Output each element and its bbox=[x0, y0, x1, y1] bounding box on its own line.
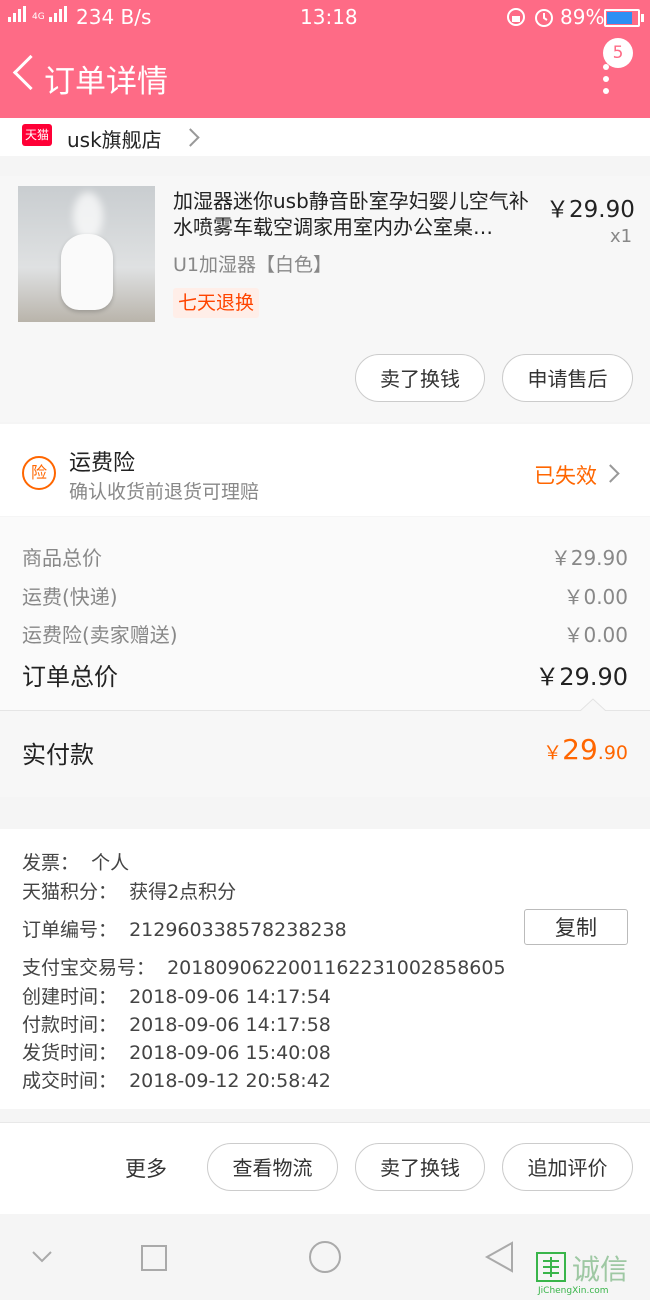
view-logistics-button[interactable]: 查看物流 bbox=[207, 1143, 338, 1191]
insurance-title: 运费险 bbox=[69, 451, 136, 476]
order-number: 订单编号： 212960338578238238 bbox=[22, 919, 347, 941]
after-sales-button[interactable]: 申请售后 bbox=[502, 354, 633, 402]
tmall-icon: 天猫 bbox=[22, 124, 52, 146]
battery-percent: 89% bbox=[560, 5, 605, 29]
product-quantity: x1 bbox=[610, 226, 633, 247]
return-policy-tag: 七天退换 bbox=[173, 288, 260, 318]
completed-time: 成交时间： 2018-09-12 20:58:42 bbox=[22, 1070, 331, 1092]
alarm-icon bbox=[535, 9, 553, 27]
page-title: 订单详情 bbox=[44, 64, 168, 100]
shipping-value: ￥0.00 bbox=[563, 585, 628, 609]
watermark-url: JiChengXin.com bbox=[538, 1286, 609, 1296]
paid-amount: ￥29.90 bbox=[543, 733, 628, 766]
insurance-icon: 险 bbox=[22, 456, 56, 490]
watermark-logo: 诚信 JiChengXin.com bbox=[532, 1248, 650, 1298]
caret-up-icon bbox=[580, 698, 606, 711]
shipping-label: 运费(快递) bbox=[22, 585, 118, 609]
product-sku: U1加湿器【白色】 bbox=[173, 254, 332, 276]
subtotal-value: ￥29.90 bbox=[550, 546, 628, 570]
paid-decimal: .90 bbox=[597, 742, 628, 764]
watermark-icon bbox=[536, 1252, 566, 1282]
product-title[interactable]: 加湿器迷你usb静音卧室孕妇婴儿空气补水喷雾车载空调家用室内办公室桌… bbox=[173, 188, 543, 240]
home-icon[interactable] bbox=[308, 1240, 342, 1274]
watermark-text: 诚信 bbox=[572, 1253, 629, 1286]
product-image[interactable] bbox=[18, 186, 155, 322]
sell-button[interactable]: 卖了换钱 bbox=[355, 354, 485, 402]
network-speed: 234 B/s bbox=[76, 5, 152, 29]
back-nav-icon[interactable] bbox=[484, 1241, 514, 1273]
add-review-button[interactable]: 追加评价 bbox=[502, 1143, 633, 1191]
alipay-number: 支付宝交易号： 2018090622001162231002858605 bbox=[22, 957, 506, 979]
invoice-info: 发票： 个人 bbox=[22, 852, 130, 874]
insurance-fee-label: 运费险(卖家赠送) bbox=[22, 623, 178, 647]
sell-again-button[interactable]: 卖了换钱 bbox=[355, 1143, 485, 1191]
points-info: 天猫积分： 获得2点积分 bbox=[22, 881, 237, 903]
paid-integer: 29 bbox=[562, 733, 598, 766]
copy-button[interactable]: 复制 bbox=[524, 909, 628, 945]
paid-time: 付款时间： 2018-09-06 14:17:58 bbox=[22, 1014, 331, 1036]
battery-icon bbox=[604, 9, 644, 27]
signal-icon: 4G bbox=[8, 6, 71, 22]
subtotal-label: 商品总价 bbox=[22, 546, 102, 570]
order-total-value: ￥29.90 bbox=[535, 663, 628, 691]
insurance-subtitle: 确认收货前退货可理赔 bbox=[69, 481, 260, 503]
more-options-icon[interactable] bbox=[601, 64, 611, 94]
shop-name[interactable]: usk旗舰店 bbox=[67, 124, 162, 153]
chevron-down-icon[interactable] bbox=[31, 1250, 53, 1264]
order-total-label: 订单总价 bbox=[22, 663, 118, 691]
paid-currency: ￥ bbox=[543, 742, 563, 764]
status-bar: 4G 234 B/s 13:18 89% bbox=[0, 0, 650, 34]
insurance-status: 已失效 bbox=[534, 464, 597, 488]
back-icon[interactable] bbox=[12, 54, 49, 91]
paid-label: 实付款 bbox=[22, 741, 94, 769]
shipped-time: 发货时间： 2018-09-06 15:40:08 bbox=[22, 1042, 331, 1064]
recent-apps-icon[interactable] bbox=[140, 1244, 168, 1272]
insurance-fee-value: ￥0.00 bbox=[563, 623, 628, 647]
created-time: 创建时间： 2018-09-06 14:17:54 bbox=[22, 986, 331, 1008]
rotation-lock-icon bbox=[507, 8, 525, 26]
notification-badge: 5 bbox=[603, 38, 633, 68]
network-type: 4G bbox=[32, 12, 45, 22]
clock: 13:18 bbox=[300, 5, 358, 29]
more-actions-link[interactable]: 更多 bbox=[125, 1153, 167, 1183]
app-header: 4G 234 B/s 13:18 89% 订单详情 5 bbox=[0, 0, 650, 118]
product-price: ￥29.90 bbox=[546, 197, 635, 223]
